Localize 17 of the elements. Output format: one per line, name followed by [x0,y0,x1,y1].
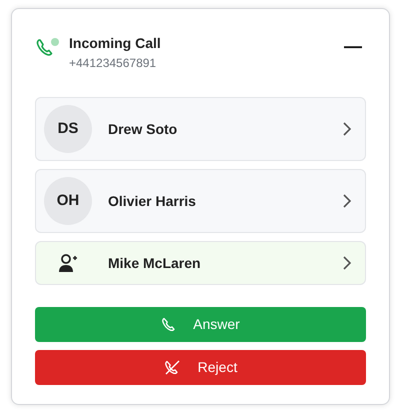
chevron-right-icon [343,194,351,208]
minimize-button[interactable]: — [340,37,366,55]
phone-icon [161,316,178,332]
caller-number: +441234567891 [69,55,158,72]
contact-row[interactable]: DS Drew Soto [35,97,366,161]
add-person-icon [58,254,78,272]
contact-avatar: DS [44,105,92,153]
contact-name: Olivier Harris [108,192,197,210]
contact-row[interactable]: OH Olivier Harris [35,169,366,233]
chevron-right-icon [343,256,351,270]
contact-avatar: OH [44,177,92,225]
chevron-right-icon [343,122,351,136]
contact-name: Drew Soto [108,120,178,138]
call-title: Incoming Call [69,34,162,53]
contact-name: Mike McLaren [108,254,202,272]
reject-button[interactable]: Reject [35,350,366,385]
hang-up-icon [164,360,182,376]
